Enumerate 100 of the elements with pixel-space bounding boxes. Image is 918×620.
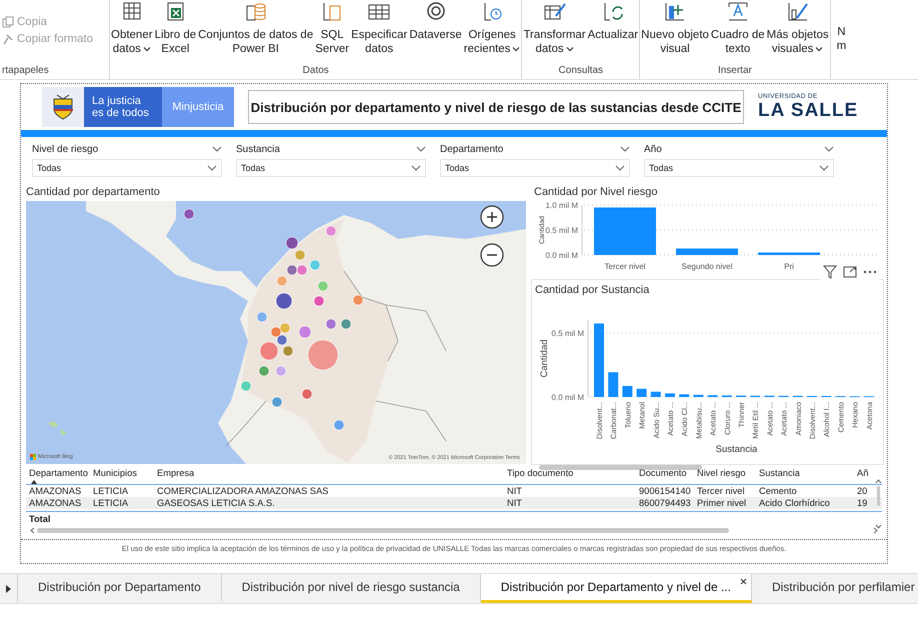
ribbon-button[interactable]: Especificar datos — [350, 0, 408, 56]
table-cell-text: GASEOSAS LETICIA S.A.S. — [157, 497, 276, 509]
table-cell-text: Tercer nivel — [697, 485, 746, 497]
slogan-text: La justicia es de todos — [84, 87, 162, 127]
category-label: Pri — [784, 262, 794, 271]
bar — [676, 248, 738, 255]
focus-mode-icon[interactable] — [843, 265, 857, 279]
ribbon-button[interactable]: Dataverse — [408, 0, 463, 42]
slicer-label: Sustancia — [236, 144, 280, 154]
table-cell-text: 8600794493 — [639, 497, 692, 509]
bar — [608, 372, 618, 397]
report-title: Distribución por departamento y nivel de riesgo de las sustancias desde CCITE — [248, 90, 744, 124]
chevron-icon — [416, 146, 426, 152]
caret-icon — [815, 46, 824, 52]
windows-logo-icon — [30, 454, 36, 460]
chevron-icon — [615, 165, 625, 171]
zoom-out-icon[interactable] — [480, 243, 504, 267]
visual-title: Cantidad por departamento — [26, 186, 160, 200]
tick-label: 0.0 mil M — [546, 251, 578, 260]
chevron-icon — [824, 146, 834, 152]
table-cell-text: NIT — [507, 485, 523, 497]
table-cell-text: COMERCIALIZADORA AMAZONAS SAS — [157, 485, 330, 497]
column-header[interactable]: Nivel riesgo — [697, 467, 759, 480]
slicer-dropdown[interactable]: Todas — [32, 159, 222, 177]
table-cell-text: LETICIA — [93, 497, 130, 509]
table-cell-text: AMAZONAS — [29, 497, 82, 509]
visual-title: Cantidad por Nivel riesgo — [534, 186, 658, 200]
ribbon-button[interactable]: Orígenes recientes — [462, 0, 522, 56]
chevron-icon — [411, 165, 421, 171]
table-cell-text: AMAZONAS — [29, 485, 82, 497]
bar — [636, 388, 647, 397]
ribbon-button[interactable]: Libro de Excel — [154, 0, 198, 56]
emblem-icon — [42, 87, 84, 127]
page-tab[interactable]: Distribución por perfilamier — [752, 574, 918, 603]
axis-label: Sustancia — [716, 444, 758, 455]
more-options-icon[interactable] — [863, 269, 877, 275]
page-tab[interactable]: Distribución por Departamento — [18, 574, 222, 603]
category-label: Segundo nivel — [682, 262, 732, 271]
ribbon-button[interactable]: N m — [830, 0, 848, 79]
axis-label: Cantidad — [539, 339, 550, 378]
play-icon — [6, 584, 11, 592]
chevron-icon — [207, 165, 217, 171]
caret-icon — [142, 46, 151, 52]
ribbon-button[interactable]: Nuevo objeto visual — [640, 0, 710, 56]
column-header[interactable]: Añ — [857, 467, 877, 480]
bar — [665, 393, 675, 397]
zoom-in-icon[interactable] — [480, 205, 504, 229]
column-header[interactable]: Sustancia — [759, 467, 857, 480]
bar — [594, 208, 656, 255]
table-cell-text: 20 — [857, 485, 868, 497]
close-icon — [740, 578, 747, 585]
ribbon-button[interactable]: Actualizar — [586, 0, 640, 42]
category-label: Tercer nivel — [604, 262, 646, 271]
caret-icon — [566, 46, 574, 52]
table-cell-text: Cemento — [759, 485, 798, 497]
bar — [650, 392, 661, 397]
scroll-right-icon — [873, 527, 878, 534]
page-tab[interactable]: Distribución por Departamento y nivel de ... — [480, 574, 752, 603]
bar — [622, 386, 632, 397]
slicer-dropdown[interactable]: Todas — [236, 159, 426, 177]
table-cell-text: 19 — [857, 497, 868, 509]
column-header[interactable]: Documento — [639, 467, 697, 480]
ribbon-button[interactable]: Más objetos visuales — [766, 0, 830, 56]
group-label: Insertar — [716, 64, 753, 78]
sort-arrow-icon — [31, 480, 37, 484]
slicer-label: Nivel de riesgo — [32, 144, 98, 154]
column-header[interactable]: Municipios — [93, 467, 157, 480]
column-header[interactable]: Departamento — [29, 467, 93, 484]
tick-label: 0.5 mil M — [552, 328, 584, 338]
total-label: Total — [26, 511, 882, 525]
ministry-label: Minjusticia — [162, 87, 234, 127]
group-label: Consultas — [558, 64, 604, 78]
slicer-dropdown[interactable]: Todas — [644, 159, 834, 177]
caret-icon — [512, 46, 520, 52]
group-label: rtapapeles — [2, 64, 50, 78]
scroll-left-icon — [30, 527, 35, 534]
tick-label: 0.0 mil M — [552, 393, 584, 402]
chevron-icon — [212, 146, 222, 152]
column-header[interactable]: Empresa — [157, 467, 507, 480]
bar — [679, 394, 690, 397]
group-label: Datos — [302, 64, 330, 78]
table-cell-text: LETICIA — [93, 485, 130, 497]
table-cell-text: NIT — [507, 497, 523, 509]
slicer-label: Departamento — [440, 144, 504, 154]
chevron-icon — [620, 146, 630, 152]
tick-label: 1.0 mil M — [546, 201, 578, 210]
slicer-label: Año — [644, 144, 662, 154]
chevron-icon — [819, 165, 829, 171]
ribbon-button[interactable]: SQL Server — [314, 0, 350, 56]
ribbon-button[interactable]: Transformar datos — [522, 0, 587, 56]
slicer-dropdown[interactable]: Todas — [440, 159, 630, 177]
vertical-scrollbar[interactable] — [875, 479, 882, 529]
tick-label: 0.5 mil M — [546, 226, 578, 235]
column-header[interactable]: Tipo documento — [507, 467, 639, 480]
ribbon-button[interactable]: Cuadro de texto — [710, 0, 766, 56]
university-logo: LA SALLE — [758, 100, 858, 121]
table-cell-text: 9006154140 — [639, 485, 692, 497]
ribbon-button[interactable]: Conjuntos de datos de Power BI — [197, 0, 314, 56]
ribbon-button[interactable]: Obtener datos — [110, 0, 154, 56]
filter-icon[interactable] — [823, 265, 837, 279]
